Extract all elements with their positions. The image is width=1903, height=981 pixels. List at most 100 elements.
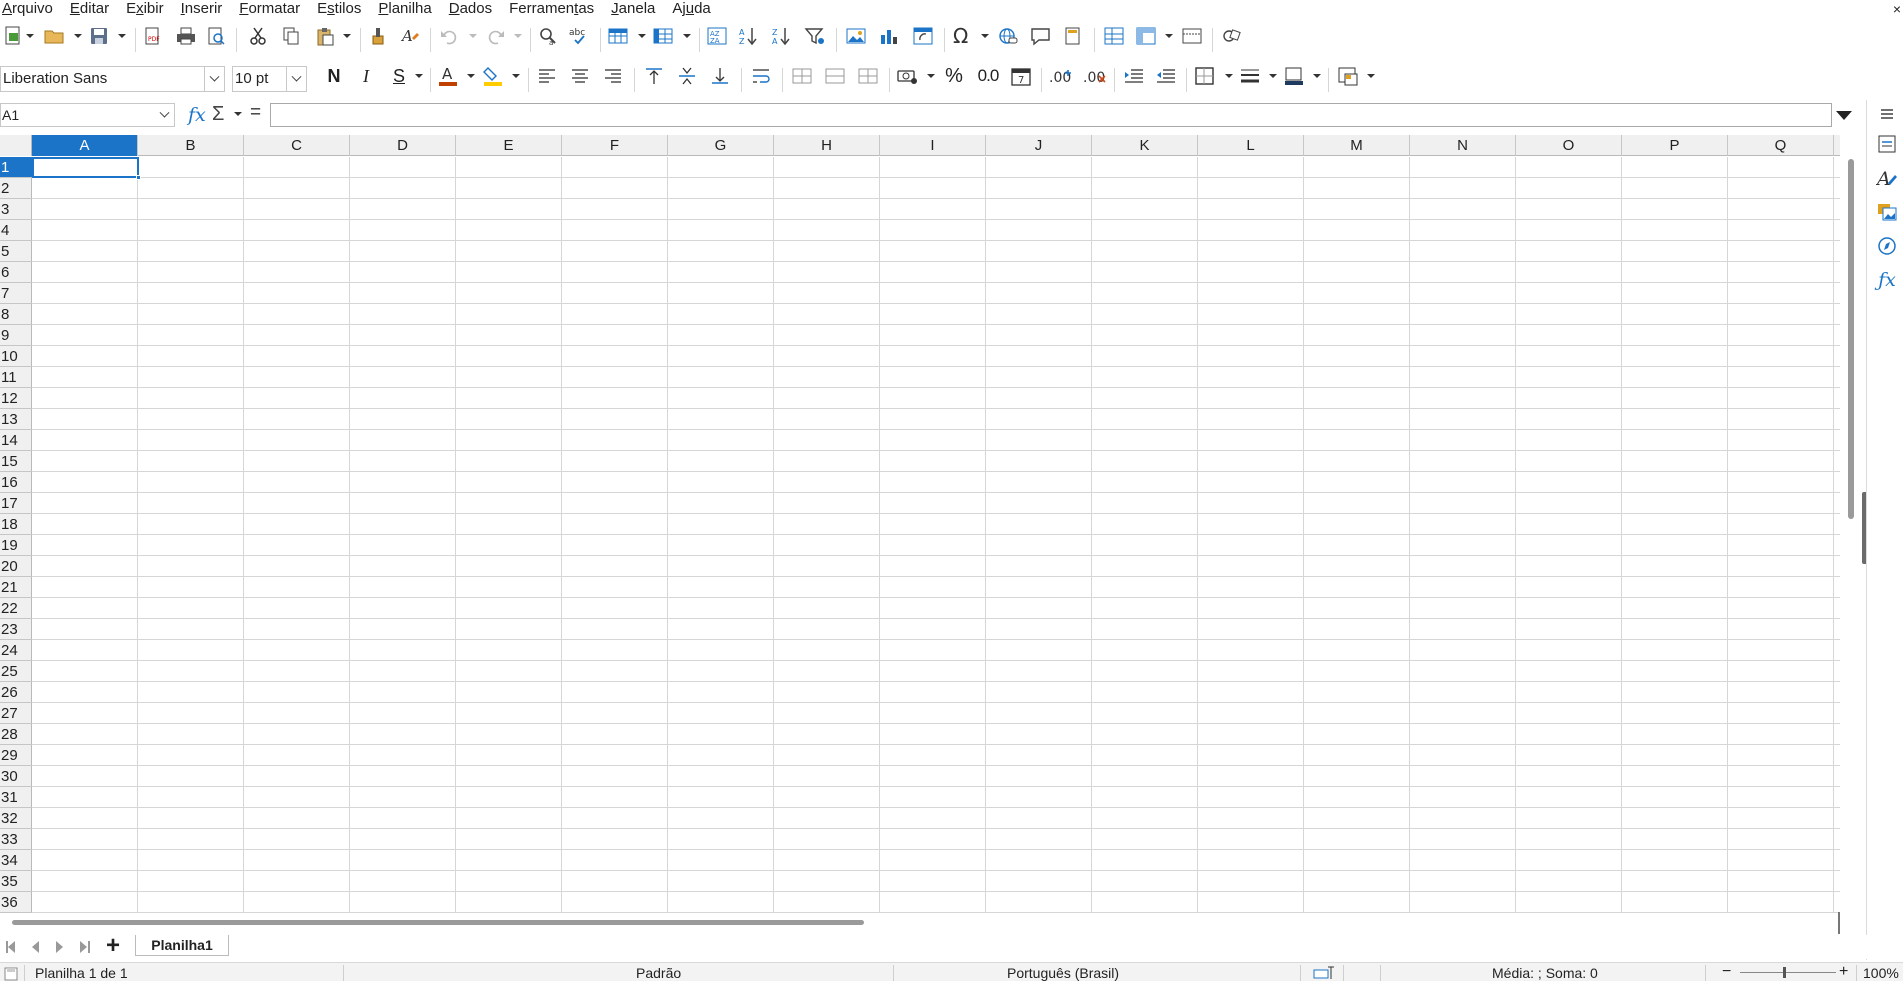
highlighting-color-icon[interactable]: [481, 62, 505, 90]
open-dropdown[interactable]: [73, 22, 82, 50]
column-header[interactable]: N: [1410, 135, 1516, 156]
menu-item[interactable]: Editar: [68, 0, 109, 18]
insert-image-icon[interactable]: [844, 22, 868, 50]
menu-item[interactable]: Arquivo: [0, 0, 53, 18]
column-header[interactable]: Q: [1728, 135, 1834, 156]
border-color-dropdown[interactable]: [1312, 62, 1321, 90]
column-header[interactable]: F: [562, 135, 668, 156]
new-dropdown[interactable]: [25, 22, 34, 50]
border-style-icon[interactable]: [1238, 62, 1262, 90]
headers-footers-icon[interactable]: [1061, 22, 1085, 50]
formula-equals-icon[interactable]: =: [250, 102, 261, 124]
row-header[interactable]: 30: [0, 766, 32, 787]
previous-sheet-icon[interactable]: [32, 941, 39, 953]
unmerge-cells-icon[interactable]: [856, 62, 880, 90]
open-icon[interactable]: [42, 22, 66, 50]
gallery-icon[interactable]: [1875, 200, 1899, 224]
font-size-dropdown[interactable]: [286, 67, 306, 91]
underline-button[interactable]: S: [387, 62, 411, 90]
close-document-icon[interactable]: ×: [1893, 0, 1901, 18]
autofill-handle[interactable]: [136, 175, 141, 180]
spelling-icon[interactable]: abc: [567, 22, 593, 50]
first-sheet-icon[interactable]: [8, 941, 15, 953]
column-header[interactable]: P: [1622, 135, 1728, 156]
show-draw-functions-icon[interactable]: [1220, 22, 1244, 50]
find-replace-icon[interactable]: a: [536, 22, 560, 50]
center-vertically-icon[interactable]: [675, 62, 699, 90]
print-icon[interactable]: [174, 22, 198, 50]
freeze-dropdown[interactable]: [1164, 22, 1173, 50]
row-header[interactable]: 13: [0, 409, 32, 430]
align-right-icon[interactable]: [601, 62, 625, 90]
zoom-slider-thumb[interactable]: [1783, 967, 1786, 978]
row-header[interactable]: 29: [0, 745, 32, 766]
wrap-text-icon[interactable]: [749, 62, 773, 90]
copy-icon[interactable]: [279, 22, 303, 50]
properties-icon[interactable]: [1875, 132, 1899, 156]
row-header[interactable]: 9: [0, 325, 32, 346]
row-header[interactable]: 14: [0, 430, 32, 451]
column-header[interactable]: M: [1304, 135, 1410, 156]
border-style-dropdown[interactable]: [1268, 62, 1277, 90]
date-format-icon[interactable]: 7: [1009, 62, 1033, 90]
currency-format-icon[interactable]: [895, 62, 921, 90]
function-wizard-icon[interactable]: fx: [188, 104, 206, 126]
sort-descending-icon[interactable]: ZA: [770, 22, 796, 50]
column-header[interactable]: D: [350, 135, 456, 156]
define-print-area-icon[interactable]: [1102, 22, 1126, 50]
special-character-icon[interactable]: Ω: [950, 22, 974, 50]
row-header[interactable]: 11: [0, 367, 32, 388]
borders-dropdown[interactable]: [1224, 62, 1233, 90]
row-header[interactable]: 8: [0, 304, 32, 325]
save-icon[interactable]: [88, 22, 110, 50]
split-window-icon[interactable]: [1180, 22, 1204, 50]
row-header[interactable]: 1: [0, 157, 32, 178]
row-header[interactable]: 26: [0, 682, 32, 703]
row-header[interactable]: 20: [0, 556, 32, 577]
row-header[interactable]: 32: [0, 808, 32, 829]
select-all-corner[interactable]: [0, 135, 32, 156]
next-sheet-icon[interactable]: [56, 941, 63, 953]
row-header[interactable]: 23: [0, 619, 32, 640]
functions-icon[interactable]: ƒx: [1875, 268, 1899, 292]
row-dropdown[interactable]: [637, 22, 646, 50]
italic-button[interactable]: I: [354, 62, 378, 90]
menu-item[interactable]: Planilha: [376, 0, 431, 18]
row-header[interactable]: 17: [0, 493, 32, 514]
column-header[interactable]: G: [668, 135, 774, 156]
horizontal-scrollbar-splitter[interactable]: [1838, 912, 1840, 934]
menu-item[interactable]: Estilos: [315, 0, 361, 18]
menu-item[interactable]: Dados: [447, 0, 492, 18]
expand-formula-bar-icon[interactable]: [1836, 111, 1852, 120]
undo-dropdown[interactable]: [468, 22, 477, 50]
print-preview-icon[interactable]: [204, 22, 228, 50]
last-sheet-icon[interactable]: [80, 941, 87, 953]
menu-item[interactable]: Ajuda: [670, 0, 710, 18]
row-header[interactable]: 21: [0, 577, 32, 598]
row-header[interactable]: 10: [0, 346, 32, 367]
border-color-icon[interactable]: [1282, 62, 1306, 90]
percent-format-button[interactable]: %: [942, 62, 966, 90]
bold-button[interactable]: N: [322, 62, 346, 90]
vertical-scrollbar-thumb[interactable]: [1848, 159, 1854, 519]
sheet-tab[interactable]: Planilha1: [135, 935, 229, 956]
column-header[interactable]: J: [986, 135, 1092, 156]
sort-ascending-icon[interactable]: AZ: [737, 22, 763, 50]
row-header[interactable]: 4: [0, 220, 32, 241]
column-header[interactable]: B: [138, 135, 244, 156]
borders-icon[interactable]: [1193, 62, 1217, 90]
document-modified-icon[interactable]: [4, 966, 18, 981]
navigator-icon[interactable]: [1875, 234, 1899, 258]
styles-icon[interactable]: A: [1875, 166, 1899, 190]
align-left-icon[interactable]: [535, 62, 559, 90]
column-header[interactable]: H: [774, 135, 880, 156]
align-center-icon[interactable]: [568, 62, 592, 90]
autofilter-icon[interactable]: [803, 22, 827, 50]
row-header[interactable]: 31: [0, 787, 32, 808]
redo-icon[interactable]: [484, 22, 508, 50]
delete-decimal-place-icon[interactable]: .00: [1081, 62, 1109, 90]
comment-icon[interactable]: [1029, 22, 1053, 50]
zoom-slider-track[interactable]: [1740, 972, 1836, 973]
column-header[interactable]: A: [32, 135, 138, 156]
paste-dropdown[interactable]: [342, 22, 351, 50]
